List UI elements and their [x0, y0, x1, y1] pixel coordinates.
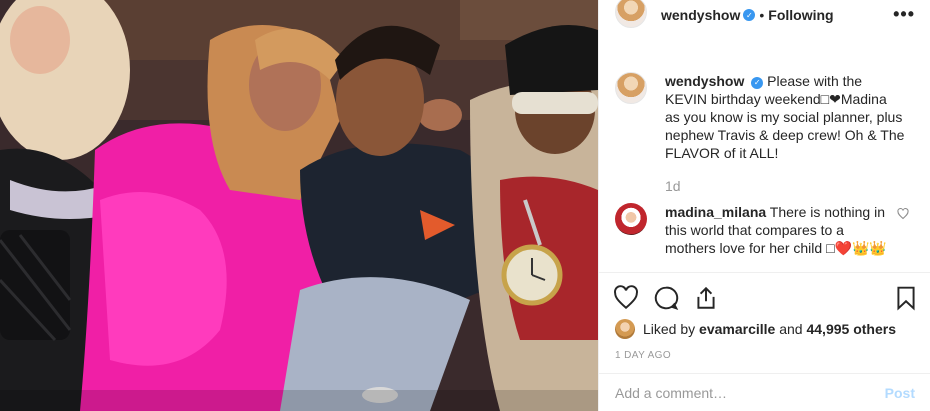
action-icons — [611, 285, 919, 311]
caption: wendyshow ✓ Please with the KEVIN birthd… — [615, 72, 915, 162]
post-sidebar: wendyshow ✓ • Following ••• wendyshow ✓ … — [598, 0, 930, 411]
list-item: madina_milana There is nothing in this w… — [615, 203, 915, 257]
post-timestamp[interactable]: 1 DAY AGO — [615, 350, 671, 361]
bookmark-icon[interactable] — [893, 285, 919, 311]
post-photo[interactable] — [0, 0, 598, 411]
avatar[interactable] — [615, 0, 647, 28]
likes-middle: and — [775, 321, 807, 337]
comment-input[interactable] — [615, 384, 885, 401]
comments-list[interactable]: wendyshow ✓ Please with the KEVIN birthd… — [599, 62, 930, 272]
following-button[interactable]: Following — [768, 7, 833, 23]
caption-username[interactable]: wendyshow — [665, 73, 744, 89]
verified-badge-icon: ✓ — [743, 9, 756, 21]
liker-avatar[interactable] — [615, 319, 635, 339]
liker-username[interactable]: evamarcille — [699, 321, 775, 337]
post-button[interactable]: Post — [885, 385, 915, 401]
header-username[interactable]: wendyshow — [661, 7, 740, 23]
commenter-avatar[interactable] — [615, 203, 647, 235]
like-heart-icon[interactable] — [613, 285, 639, 311]
share-icon[interactable] — [693, 285, 719, 311]
likes-prefix: Liked by — [643, 321, 700, 337]
caption-time[interactable]: 1d — [665, 178, 681, 194]
comment-username[interactable]: madina_milana — [665, 204, 766, 220]
separator-dot: • — [759, 7, 765, 23]
more-options-icon[interactable]: ••• — [893, 4, 915, 25]
likes-summary: Liked by evamarcille and 44,995 others — [615, 319, 896, 339]
photo-illustration — [0, 0, 598, 411]
caption-avatar[interactable] — [615, 72, 647, 104]
verified-badge-icon: ✓ — [751, 77, 764, 89]
add-comment-bar: Post — [599, 373, 930, 411]
comment-icon[interactable] — [653, 285, 679, 311]
instagram-post: wendyshow ✓ • Following ••• wendyshow ✓ … — [0, 0, 930, 411]
comment-like-heart-icon[interactable] — [897, 208, 909, 223]
likes-count[interactable]: 44,995 others — [806, 321, 896, 337]
post-header: wendyshow ✓ • Following ••• — [599, 0, 930, 30]
post-actions: Liked by evamarcille and 44,995 others 1… — [599, 272, 930, 410]
